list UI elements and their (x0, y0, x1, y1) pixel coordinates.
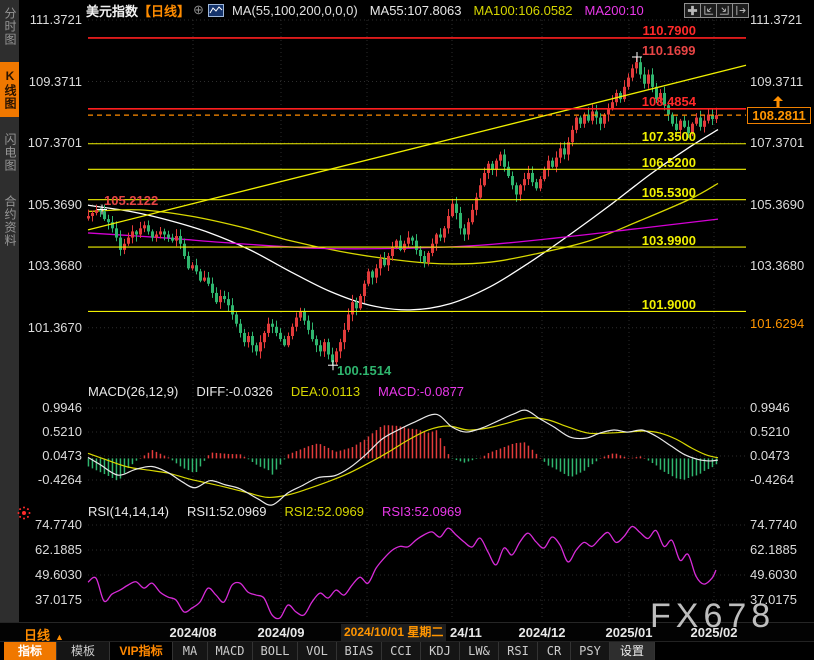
price-axis-label: 109.3711 (750, 74, 812, 89)
price-axis-label: 111.3721 (750, 12, 812, 27)
price-axis-label: 105.3690 (750, 197, 812, 212)
sidebar-tab-lightning-chart[interactable]: 闪电图 (0, 126, 19, 179)
rsi-title: RSI(14,14,14) (88, 504, 169, 519)
sidebar-tab-contract-info[interactable]: 合约资料 (0, 188, 19, 254)
macd-axis-label: -0.4264 (750, 472, 812, 487)
indicator-toolbar: 指标 模板 VIP指标 MA MACD BOLL VOL BIAS CCI KD… (0, 641, 814, 660)
toolbar-psy-button[interactable]: PSY (571, 642, 610, 660)
price-axis-label: 107.3701 (20, 135, 82, 150)
period-tag: 【日线】 (138, 1, 190, 20)
sidebar-tab-time-chart[interactable]: 分时图 (0, 0, 19, 53)
macd-title: MACD(26,12,9) (88, 384, 178, 399)
macd-diff-value: DIFF:-0.0326 (196, 384, 273, 399)
date-highlight: 2024/10/01 星期二 (341, 624, 446, 641)
shift-right-icon[interactable] (732, 3, 749, 18)
date-tick: 2024/09 (258, 625, 305, 640)
toolbar-indicator-button[interactable]: 指标 (4, 642, 57, 660)
date-tick: 2024/12 (519, 625, 566, 640)
level-label: 103.9900 (558, 233, 696, 248)
level-label: 110.7900 (558, 23, 696, 38)
low-price-marker: 100.1514 (337, 363, 391, 378)
toolbar-macd-button[interactable]: MACD (208, 642, 253, 660)
toolbar-rsi-button[interactable]: RSI (499, 642, 538, 660)
high-price-marker: 110.1699 (642, 43, 696, 58)
ma100-value: MA100:106.0582 (473, 3, 572, 18)
ma55-value: MA55:107.8063 (370, 3, 462, 18)
toolbar-cr-button[interactable]: CR (538, 642, 571, 660)
macd-axis-label: 0.0473 (20, 448, 82, 463)
symbol-name: 美元指数 (86, 1, 138, 20)
macd-value: MACD:-0.0877 (378, 384, 464, 399)
alert-sun-icon (17, 506, 31, 525)
rsi3-value: RSI3:52.0969 (382, 504, 462, 519)
macd-label-row: MACD(26,12,9) DIFF:-0.0326 DEA:0.0113 MA… (88, 384, 464, 399)
level-label: 106.5200 (558, 155, 696, 170)
rsi-axis-label: 37.0175 (20, 592, 82, 607)
level-label: 101.9000 (558, 297, 696, 312)
rsi2-value: RSI2:52.0969 (284, 504, 364, 519)
toolbar-template-button[interactable]: 模板 (57, 642, 110, 660)
rsi-axis-label: 62.1885 (750, 542, 812, 557)
chart-header: 美元指数 【日线】 ⊕ MA(55,100,200,0,0,0) MA55:10… (86, 1, 644, 19)
trading-app: 分时图 K线图 闪电图 合约资料 美元指数 【日线】 ⊕ MA(55,100,2… (0, 0, 814, 660)
price-axis-label: 107.3701 (750, 135, 812, 150)
add-overlay-icon[interactable]: ⊕ (193, 2, 204, 18)
scale-left-icon[interactable] (700, 3, 717, 18)
toolbar-bias-button[interactable]: BIAS (337, 642, 382, 660)
macd-dea-value: DEA:0.0113 (291, 384, 360, 399)
macd-axis-label: 0.5210 (750, 424, 812, 439)
macd-axis-label: 0.5210 (20, 424, 82, 439)
price-axis-label: 105.3690 (20, 197, 82, 212)
price-axis-label: 111.3721 (20, 12, 82, 27)
price-axis-label: 103.3680 (20, 258, 82, 273)
price-up-arrow-icon (770, 95, 786, 113)
right-low-price-label: 101.6294 (750, 316, 812, 331)
toolbar-ma-button[interactable]: MA (173, 642, 208, 660)
macd-axis-label: 0.9946 (750, 400, 812, 415)
sidebar: 分时图 K线图 闪电图 合约资料 (0, 0, 19, 623)
macd-axis-label: 0.9946 (20, 400, 82, 415)
chart-type-icon[interactable] (208, 4, 224, 17)
price-axis-label: 101.3670 (20, 320, 82, 335)
rsi-axis-label: 49.6030 (750, 567, 812, 582)
ma200-value: MA200:10 (585, 3, 644, 18)
toolbar-vol-button[interactable]: VOL (298, 642, 337, 660)
sidebar-tab-kline-chart[interactable]: K线图 (0, 62, 19, 117)
toolbar-kdj-button[interactable]: KDJ (421, 642, 460, 660)
toolbar-cci-button[interactable]: CCI (382, 642, 421, 660)
rsi1-value: RSI1:52.0969 (187, 504, 267, 519)
start-price-marker: 105.2122 (104, 193, 158, 208)
scale-right-icon[interactable] (716, 3, 733, 18)
rsi-axis-label: 49.6030 (20, 567, 82, 582)
rsi-axis-label: 74.7740 (750, 517, 812, 532)
price-axis-label: 109.3711 (20, 74, 82, 89)
level-label: 108.4854 (558, 94, 696, 109)
level-label: 107.3500 (558, 129, 696, 144)
rsi-label-row: RSI(14,14,14) RSI1:52.0969 RSI2:52.0969 … (88, 504, 461, 519)
macd-axis-label: 0.0473 (750, 448, 812, 463)
date-tick: 2025/01 (606, 625, 653, 640)
pan-icon[interactable] (684, 3, 701, 18)
toolbar-boll-button[interactable]: BOLL (253, 642, 298, 660)
macd-axis-label: -0.4264 (20, 472, 82, 487)
toolbar-lw-button[interactable]: LW& (460, 642, 499, 660)
toolbar-vip-indicator-button[interactable]: VIP指标 (110, 642, 173, 660)
date-tick: 24/11 (450, 625, 482, 640)
ma-settings-label: MA(55,100,200,0,0,0) (232, 3, 358, 18)
date-tick: 2024/08 (170, 625, 217, 640)
rsi-axis-label: 62.1885 (20, 542, 82, 557)
level-label: 105.5300 (558, 185, 696, 200)
watermark: FX678 (650, 597, 775, 636)
price-axis-label: 103.3680 (750, 258, 812, 273)
toolbar-settings-button[interactable]: 设置 (610, 642, 655, 660)
